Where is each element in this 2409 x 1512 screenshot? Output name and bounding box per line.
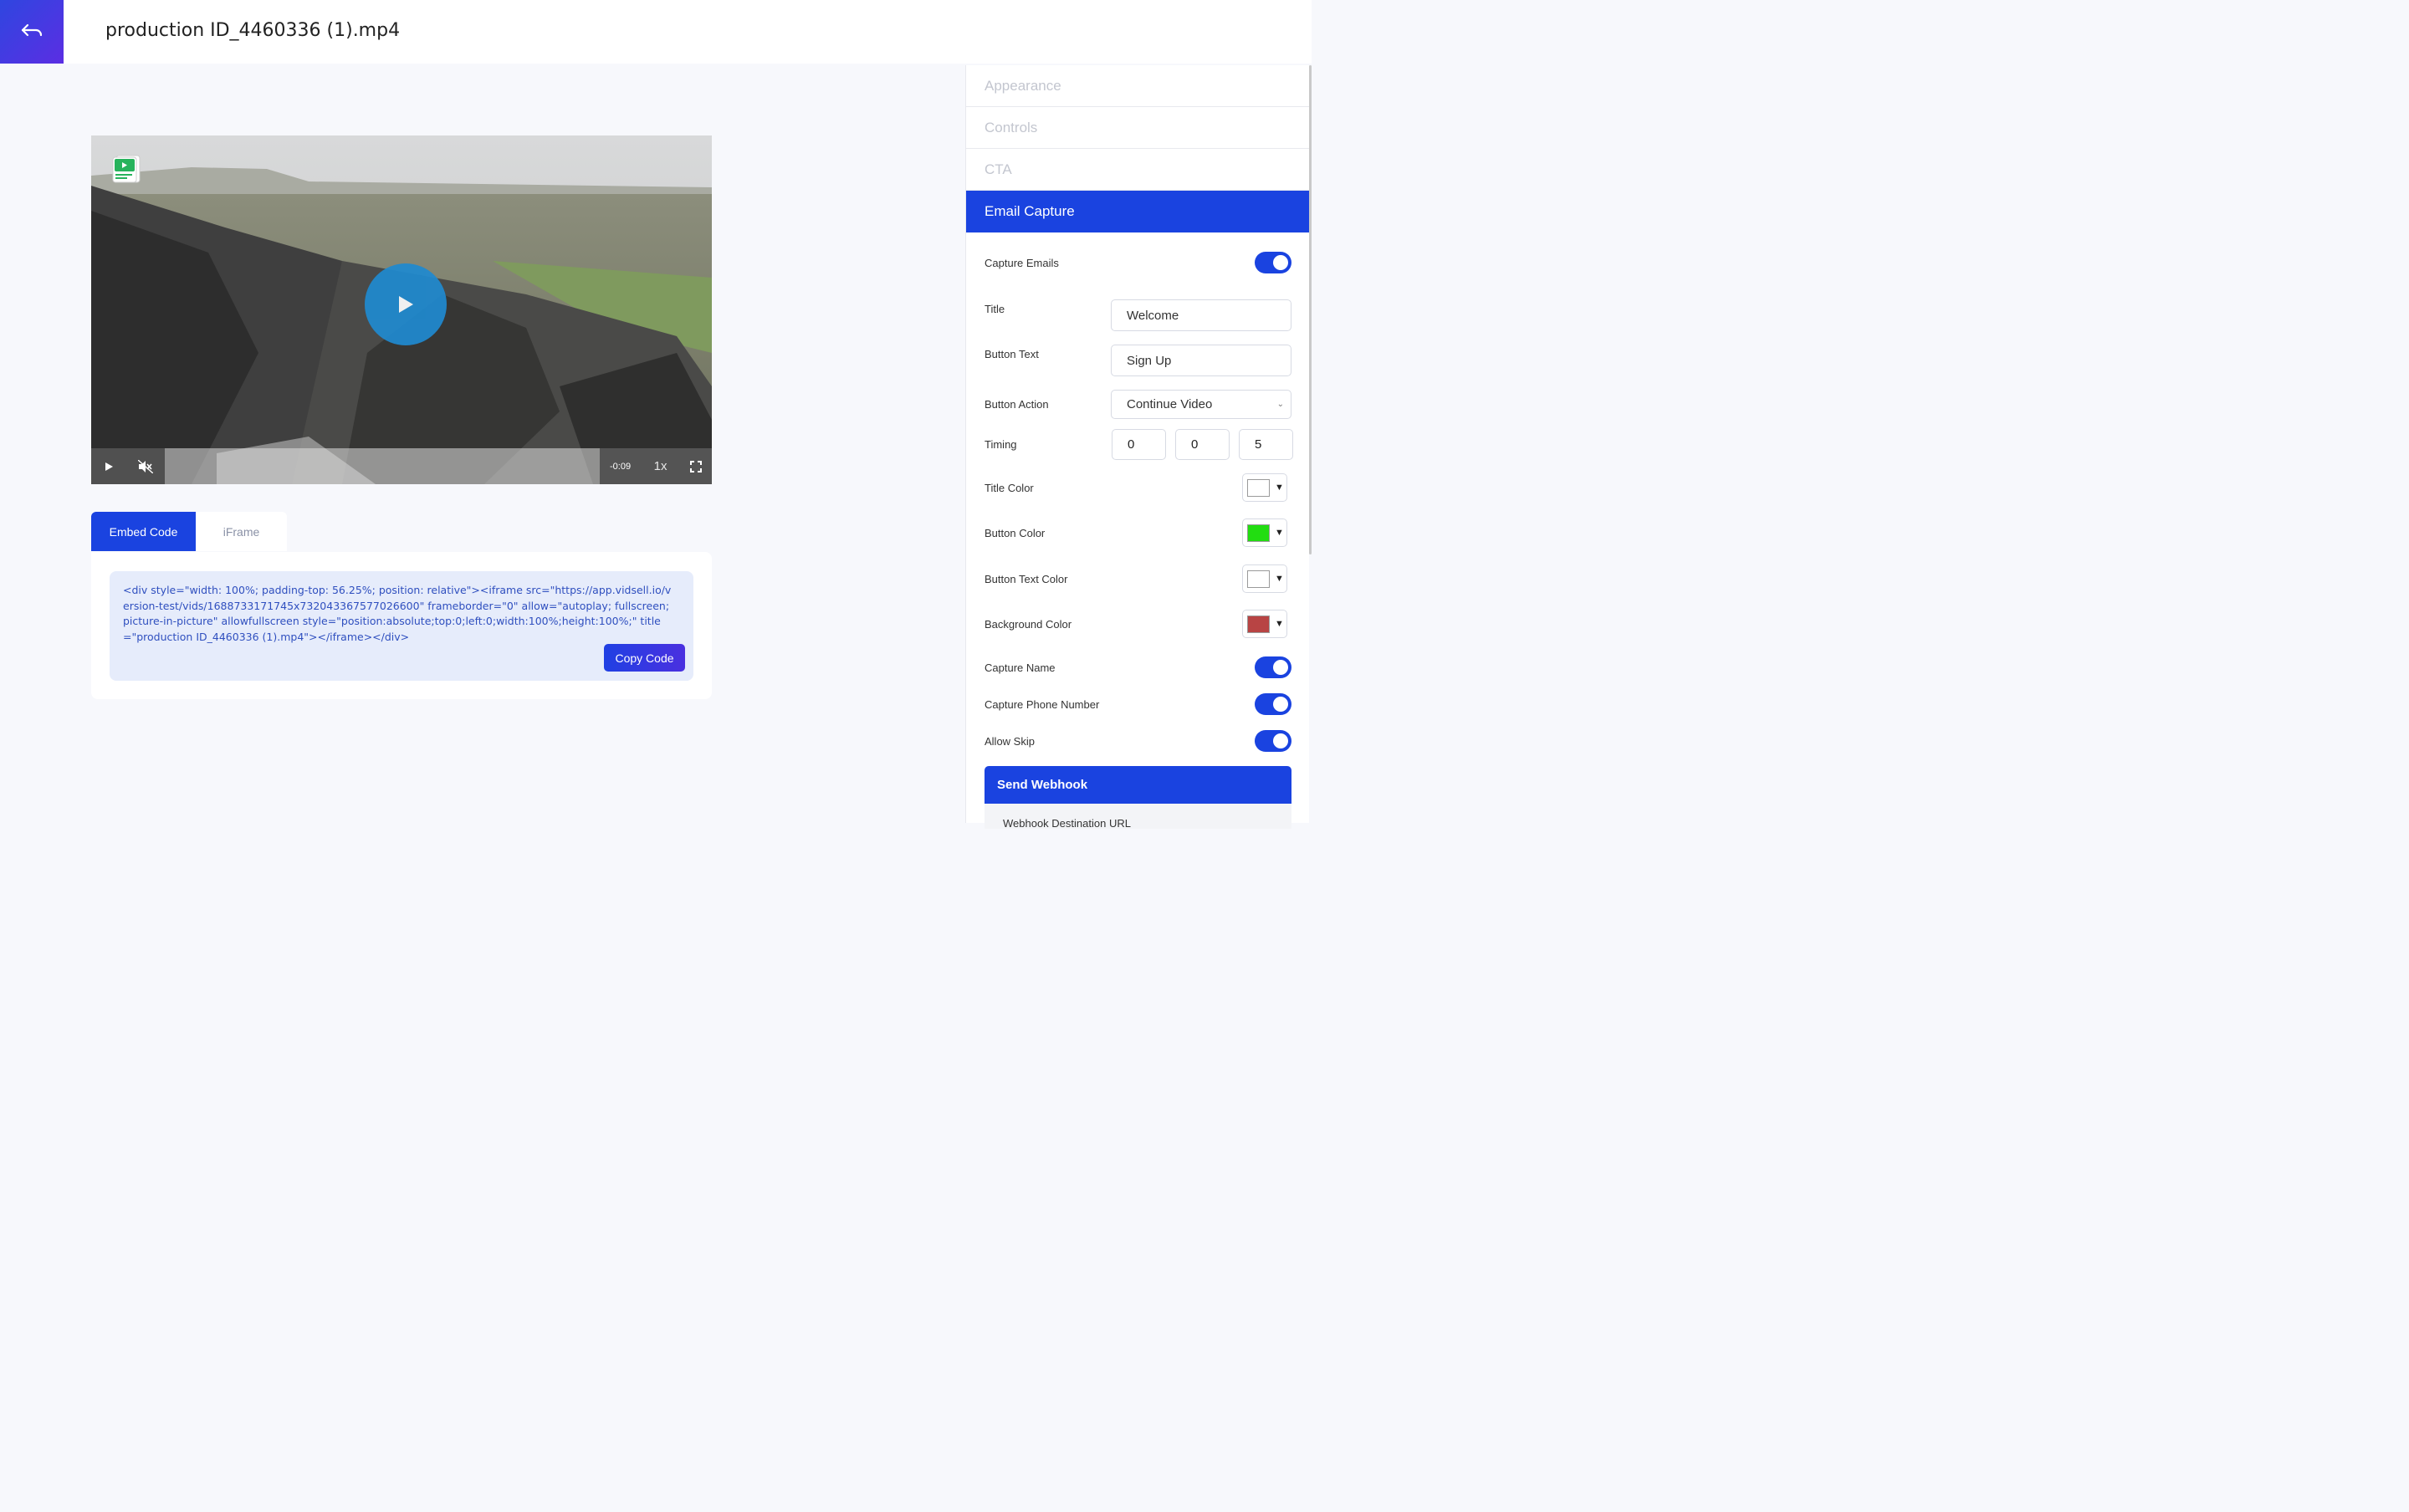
small-play-icon[interactable] (104, 462, 114, 472)
capture-name-row: Capture Name (985, 656, 1291, 678)
button-color-swatch (1247, 524, 1270, 542)
title-label: Title (985, 303, 1005, 315)
webhook-body: Webhook Destination URL (985, 804, 1291, 829)
button-color-picker[interactable]: ▼ (1242, 518, 1287, 547)
button-color-row: Button Color ▼ (985, 518, 1291, 547)
embed-code-card: <div style="width: 100%; padding-top: 56… (91, 552, 712, 699)
capture-phone-toggle[interactable] (1255, 693, 1291, 715)
embed-tabs: Embed Code iFrame (91, 512, 287, 551)
section-controls[interactable]: Controls (966, 107, 1309, 149)
back-button[interactable] (0, 0, 64, 64)
title-color-row: Title Color ▼ (985, 473, 1291, 502)
capture-emails-toggle[interactable] (1255, 252, 1291, 273)
button-text-color-label: Button Text Color (985, 572, 1068, 585)
section-appearance[interactable]: Appearance (966, 65, 1309, 107)
back-arrow-icon (21, 23, 43, 37)
title-color-swatch (1247, 478, 1270, 497)
background-color-label: Background Color (985, 617, 1072, 631)
caret-down-icon: ▼ (1275, 619, 1284, 629)
time-remaining: -0:09 (610, 461, 632, 472)
playback-speed[interactable]: 1x (654, 459, 667, 473)
video-controls: -0:09 1x (91, 448, 712, 484)
title-color-label: Title Color (985, 481, 1034, 494)
panel-scrollbar[interactable] (1309, 65, 1312, 554)
timing-hours-input[interactable]: 0 (1112, 429, 1166, 460)
title-color-picker[interactable]: ▼ (1242, 473, 1287, 502)
button-action-label: Button Action (985, 398, 1049, 411)
capture-emails-row: Capture Emails (985, 252, 1291, 273)
button-text-label: Button Text (985, 348, 1039, 360)
vidsell-logo-icon (112, 155, 141, 183)
capture-name-toggle[interactable] (1255, 656, 1291, 678)
button-text-row: Button Text Sign Up (985, 345, 1291, 376)
caret-down-icon: ▼ (1275, 574, 1284, 584)
allow-skip-row: Allow Skip (985, 730, 1291, 752)
timing-row: Timing 0 0 5 (985, 429, 1293, 460)
play-icon (399, 296, 413, 313)
caret-down-icon: ▼ (1275, 483, 1284, 493)
title-input[interactable]: Welcome (1111, 299, 1291, 331)
capture-emails-label: Capture Emails (985, 256, 1059, 269)
title-row: Title Welcome (985, 299, 1291, 331)
embed-code-box: <div style="width: 100%; padding-top: 56… (110, 571, 693, 681)
tab-embed-code[interactable]: Embed Code (91, 512, 196, 551)
button-color-label: Button Color (985, 526, 1046, 539)
button-action-value: Continue Video (1127, 397, 1213, 411)
button-text-color-picker[interactable]: ▼ (1242, 564, 1287, 593)
button-text-color-row: Button Text Color ▼ (985, 564, 1291, 593)
embed-code-text[interactable]: <div style="width: 100%; padding-top: 56… (123, 583, 675, 645)
background-color-row: Background Color ▼ (985, 610, 1291, 638)
tab-iframe[interactable]: iFrame (196, 512, 287, 551)
top-header: production ID_4460336 (1).mp4 (0, 0, 1312, 64)
section-email-capture[interactable]: Email Capture (966, 191, 1309, 232)
allow-skip-label: Allow Skip (985, 734, 1035, 748)
allow-skip-toggle[interactable] (1255, 730, 1291, 752)
timing-seconds-input[interactable]: 5 (1239, 429, 1293, 460)
button-text-color-swatch (1247, 570, 1270, 588)
mute-icon[interactable] (137, 459, 153, 473)
page-title: production ID_4460336 (1).mp4 (105, 20, 401, 41)
button-text-input[interactable]: Sign Up (1111, 345, 1291, 376)
capture-phone-row: Capture Phone Number (985, 693, 1291, 715)
settings-panel: Appearance Controls CTA Email Capture Ca… (965, 65, 1309, 829)
section-cta[interactable]: CTA (966, 149, 1309, 191)
capture-phone-label: Capture Phone Number (985, 697, 1100, 711)
capture-name-label: Capture Name (985, 661, 1056, 674)
fullscreen-icon[interactable] (689, 460, 702, 472)
copy-code-button[interactable]: Copy Code (604, 644, 685, 672)
button-action-row: Button Action Continue Video ⌄ (985, 390, 1291, 419)
background-color-picker[interactable]: ▼ (1242, 610, 1287, 638)
background-color-swatch (1247, 615, 1270, 633)
chevron-down-icon: ⌄ (1276, 400, 1284, 409)
video-player[interactable]: -0:09 1x (91, 135, 712, 484)
timing-minutes-input[interactable]: 0 (1175, 429, 1230, 460)
send-webhook-header[interactable]: Send Webhook (985, 766, 1291, 804)
caret-down-icon: ▼ (1275, 528, 1284, 538)
button-action-select[interactable]: Continue Video ⌄ (1111, 390, 1291, 419)
timing-label: Timing (985, 438, 1017, 451)
progress-bar[interactable] (165, 448, 600, 484)
webhook-destination-label: Webhook Destination URL (1003, 817, 1131, 829)
play-button[interactable] (365, 263, 447, 345)
